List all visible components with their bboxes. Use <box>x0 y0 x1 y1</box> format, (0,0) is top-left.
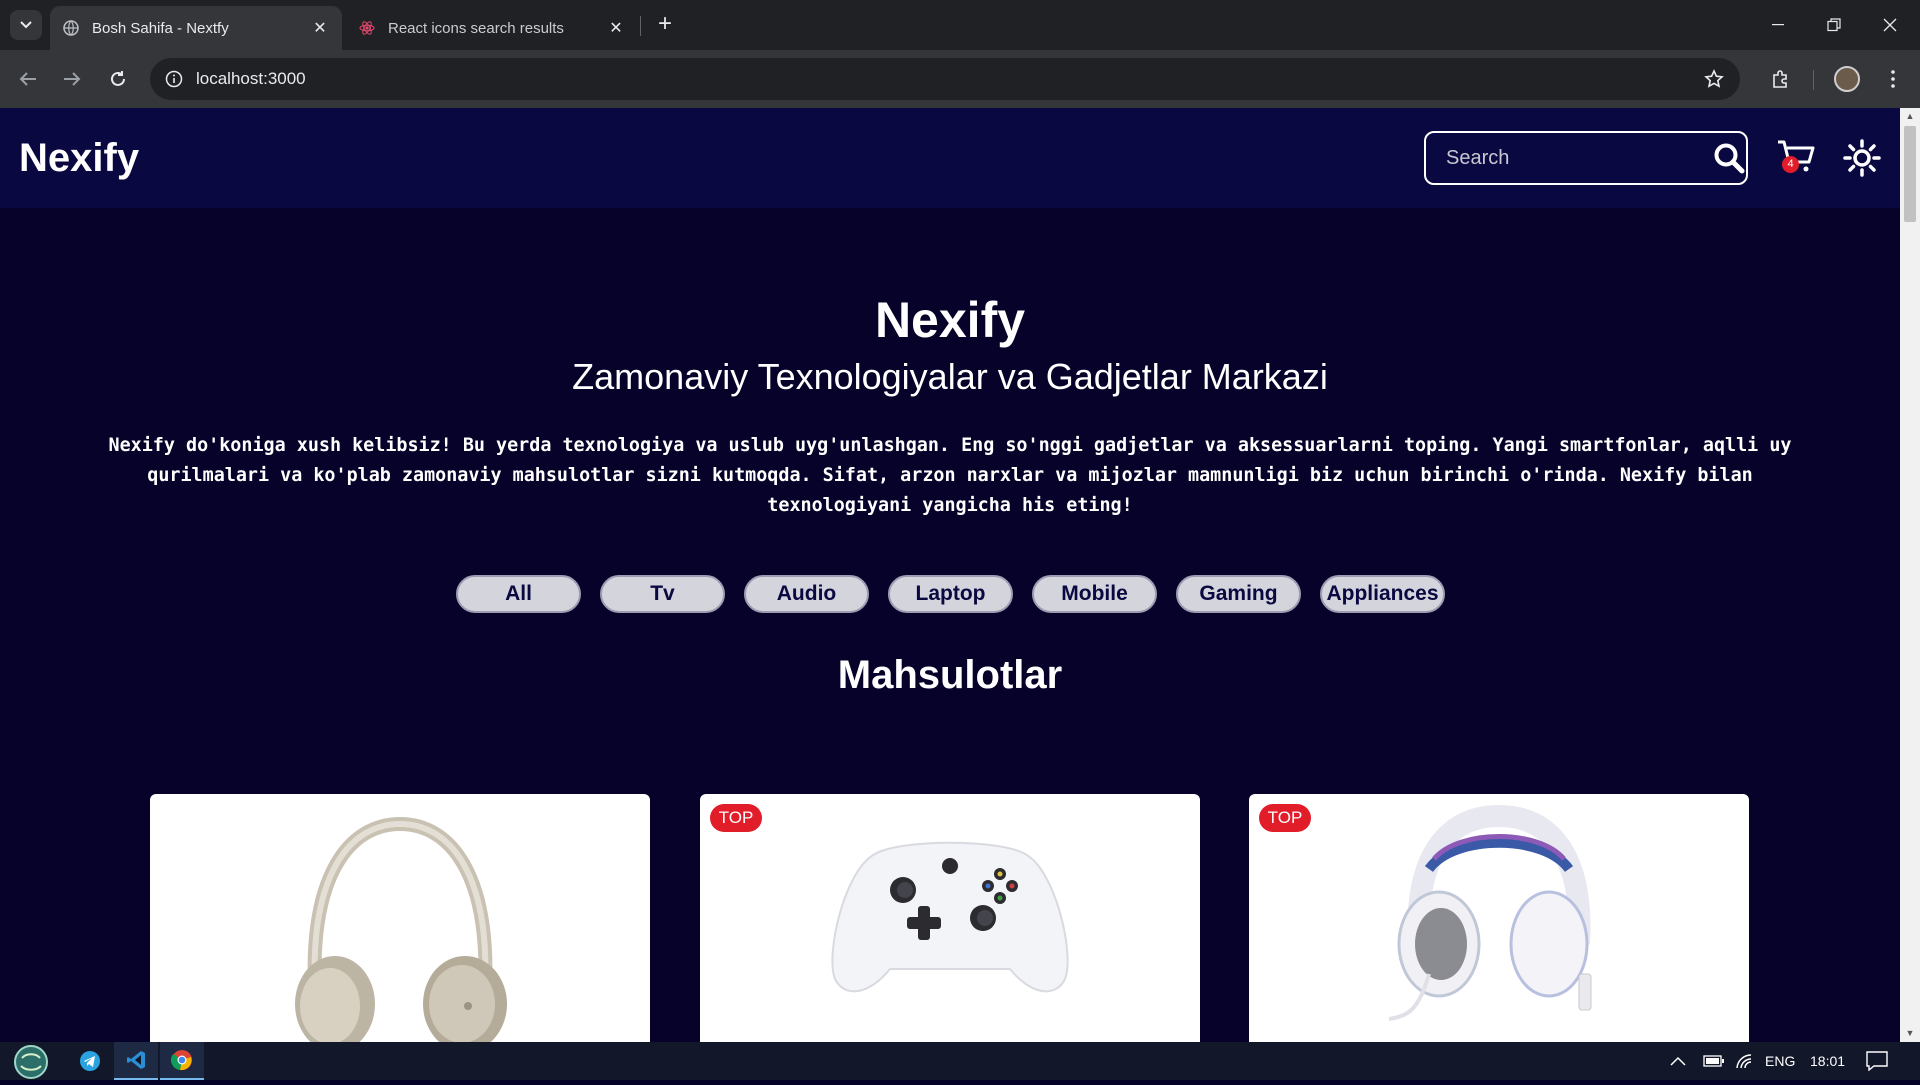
chevron-down-icon <box>20 21 32 29</box>
window-close-icon[interactable] <box>1862 0 1918 50</box>
globe-icon <box>62 19 80 37</box>
telegram-icon[interactable] <box>68 1042 112 1080</box>
scroll-down-arrow-icon[interactable]: ▼ <box>1905 1028 1915 1038</box>
category-button-audio[interactable]: Audio <box>744 575 869 613</box>
chrome-icon[interactable] <box>160 1042 204 1080</box>
tab-title: Bosh Sahifa - Nextfy <box>92 19 229 37</box>
tab-title: React icons search results <box>388 19 564 37</box>
browser-tab-inactive[interactable]: React icons search results ✕ <box>346 6 638 50</box>
category-button-gaming[interactable]: Gaming <box>1176 575 1301 613</box>
browser-tab-active[interactable]: Bosh Sahifa - Nextfy ✕ <box>50 6 342 50</box>
new-tab-plus-icon[interactable]: + <box>652 12 678 38</box>
search-icon[interactable] <box>1713 136 1745 180</box>
top-badge: TOP <box>1259 804 1311 832</box>
category-button-all[interactable]: All <box>456 575 581 613</box>
product-card[interactable] <box>150 794 650 1042</box>
language-indicator[interactable]: ENG <box>1765 1042 1795 1080</box>
battery-icon[interactable] <box>1703 1042 1725 1080</box>
hero-description: Nexify do'koniga xush kelibsiz! Bu yerda… <box>108 435 1792 516</box>
page-scrollbar[interactable]: ▲ ▼ <box>1900 108 1920 1042</box>
os-taskbar: ENG 18:01 <box>0 1042 1920 1080</box>
scroll-up-arrow-icon[interactable]: ▲ <box>1905 111 1915 121</box>
react-icon <box>358 19 376 37</box>
clock[interactable]: 18:01 <box>1810 1042 1845 1080</box>
reload-icon[interactable] <box>102 63 134 95</box>
menu-kebab-icon[interactable] <box>1877 63 1909 95</box>
start-button-icon[interactable] <box>10 1044 52 1080</box>
tab-separator <box>640 16 641 36</box>
hero-title: Nexify <box>874 292 1026 348</box>
back-arrow-icon[interactable] <box>12 63 44 95</box>
products-title: Mahsulotlar <box>837 653 1063 697</box>
minimize-icon[interactable] <box>1750 0 1806 50</box>
hero-subtitle: Zamonaviy Texnologiyalar va Gadjetlar Ma… <box>572 356 1328 397</box>
product-card[interactable]: TOP <box>1249 794 1749 1042</box>
category-button-mobile[interactable]: Mobile <box>1032 575 1157 613</box>
sun-icon[interactable] <box>1842 138 1882 178</box>
cart-count-badge: 4 <box>1782 156 1799 173</box>
category-filters: All Tv Audio Laptop Mobile Gaming Applia… <box>456 575 1445 613</box>
close-icon[interactable]: ✕ <box>606 18 626 38</box>
vscode-icon[interactable] <box>114 1042 158 1080</box>
site-header: Nexify 4 <box>0 108 1900 208</box>
site-logo[interactable]: Nexify <box>19 136 139 181</box>
restore-icon[interactable] <box>1806 0 1862 50</box>
gaming-headset-image <box>1388 804 1592 1021</box>
category-button-laptop[interactable]: Laptop <box>888 575 1013 613</box>
category-button-appliances[interactable]: Appliances <box>1320 575 1445 613</box>
site-info-icon[interactable] <box>162 67 186 91</box>
headphones-image <box>295 816 507 1042</box>
scroll-thumb[interactable] <box>1904 126 1916 222</box>
search-box <box>1424 131 1748 185</box>
game-controller-image <box>831 841 1069 993</box>
toolbar-separator <box>1813 70 1814 90</box>
tray-chevron-up-icon[interactable] <box>1670 1042 1686 1080</box>
extensions-puzzle-icon[interactable] <box>1765 63 1797 95</box>
category-button-tv[interactable]: Tv <box>600 575 725 613</box>
url-text: localhost:3000 <box>196 69 306 88</box>
wifi-icon[interactable] <box>1735 1042 1755 1080</box>
close-icon[interactable]: ✕ <box>310 18 330 38</box>
forward-arrow-icon[interactable] <box>56 63 88 95</box>
profile-avatar[interactable] <box>1834 66 1860 92</box>
browser-toolbar: localhost:3000 <box>0 50 1920 108</box>
product-card[interactable]: TOP <box>700 794 1200 1042</box>
notification-icon[interactable] <box>1866 1042 1888 1080</box>
page-viewport: Nexify 4 Nexify Zamonaviy Texnologiyalar… <box>0 108 1900 1042</box>
browser-tab-bar: Bosh Sahifa - Nextfy ✕ React icons searc… <box>0 0 1920 50</box>
address-bar[interactable]: localhost:3000 <box>150 58 1740 100</box>
bookmark-star-icon[interactable] <box>1702 67 1726 91</box>
tab-search-button[interactable] <box>10 10 42 40</box>
top-badge: TOP <box>710 804 762 832</box>
search-input[interactable] <box>1426 145 1713 171</box>
